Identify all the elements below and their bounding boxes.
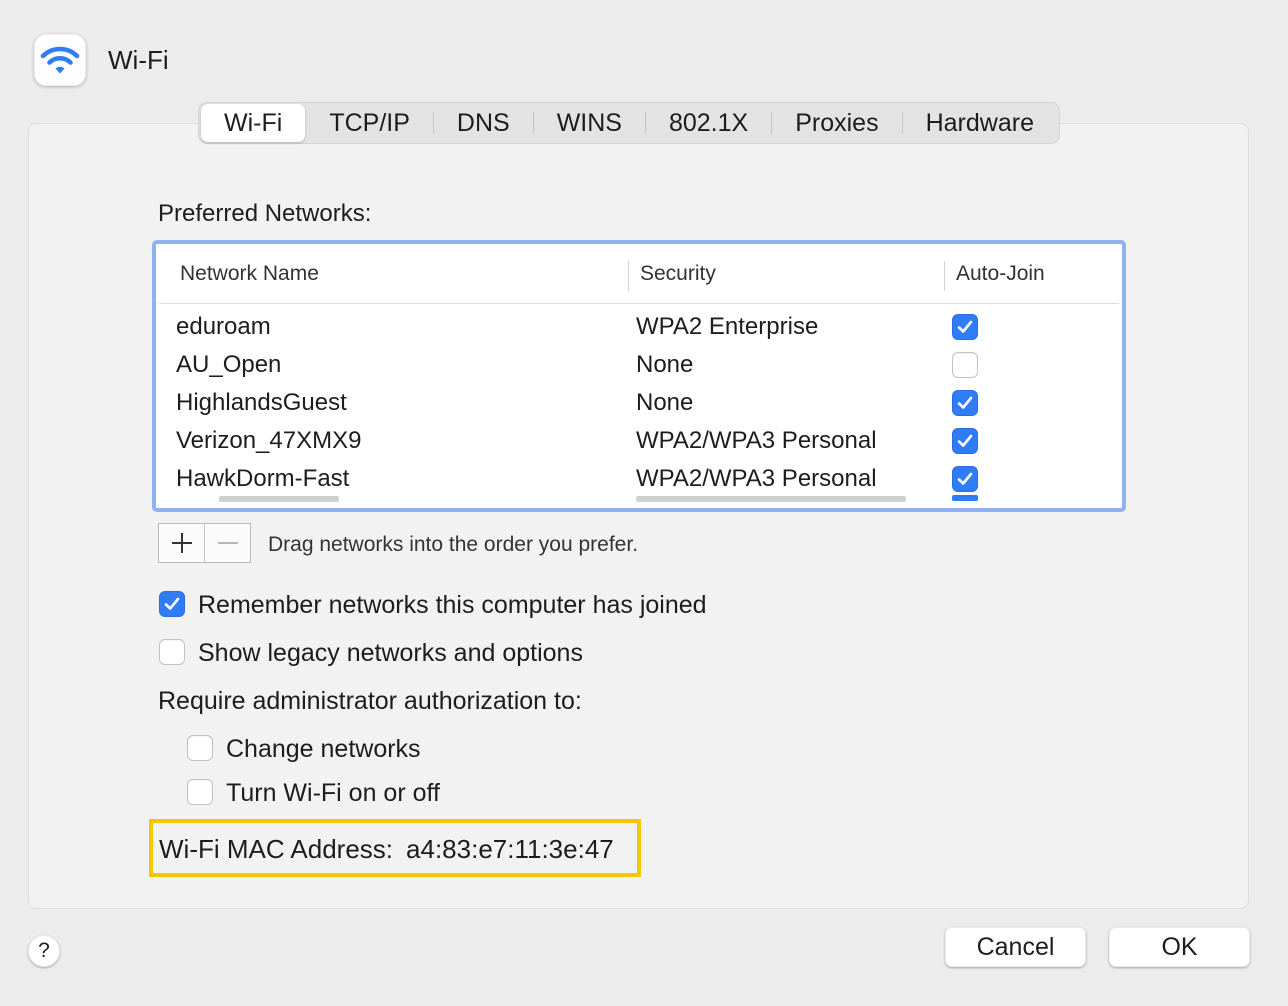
- auto-join-checkbox[interactable]: [952, 428, 978, 454]
- table-row[interactable]: AU_Open None: [159, 346, 1119, 384]
- clipped-checkbox: [952, 495, 978, 501]
- network-name-cell: HighlandsGuest: [176, 389, 347, 416]
- auto-join-checkbox[interactable]: [952, 352, 978, 378]
- column-header-security[interactable]: Security: [640, 259, 716, 289]
- table-row[interactable]: HawkDorm-Fast WPA2/WPA3 Personal: [159, 460, 1119, 498]
- change-networks-label[interactable]: Change networks: [226, 734, 421, 764]
- tab-8021x[interactable]: 802.1X: [646, 104, 771, 142]
- table-row[interactable]: Verizon_47XMX9 WPA2/WPA3 Personal: [159, 422, 1119, 460]
- column-header-auto-join[interactable]: Auto-Join: [956, 259, 1045, 289]
- network-name-cell: HawkDorm-Fast: [176, 465, 350, 492]
- remove-network-button[interactable]: [204, 524, 250, 562]
- legacy-networks-checkbox[interactable]: [159, 639, 185, 665]
- minus-icon: [217, 542, 238, 544]
- remember-networks-label[interactable]: Remember networks this computer has join…: [198, 590, 707, 620]
- ok-button[interactable]: OK: [1109, 927, 1250, 967]
- window-title: Wi-Fi: [108, 45, 169, 75]
- column-separator: [944, 261, 945, 291]
- preferred-networks-label: Preferred Networks:: [158, 200, 372, 227]
- change-networks-checkbox[interactable]: [187, 735, 213, 761]
- tab-bar: Wi-Fi TCP/IP DNS WINS 802.1X Proxies Har…: [198, 102, 1060, 144]
- plus-icon: [171, 533, 192, 553]
- security-cell: None: [636, 389, 694, 416]
- security-cell: None: [636, 351, 694, 378]
- table-row[interactable]: eduroam WPA2 Enterprise: [159, 308, 1119, 346]
- table-body: Network Name Security Auto-Join eduroam …: [159, 247, 1119, 505]
- auto-join-checkbox[interactable]: [952, 466, 978, 492]
- mac-address-value: a4:83:e7:11:3e:47: [406, 834, 614, 864]
- network-name-cell: AU_Open: [176, 351, 282, 378]
- remember-networks-checkbox[interactable]: [159, 591, 185, 617]
- checkmark-icon: [957, 396, 973, 409]
- network-name-cell: Verizon_47XMX9: [176, 427, 362, 454]
- tab-hardware[interactable]: Hardware: [903, 104, 1057, 142]
- tab-tcpip[interactable]: TCP/IP: [306, 104, 433, 142]
- mac-address-label: Wi-Fi MAC Address:: [159, 834, 394, 864]
- toggle-wifi-label[interactable]: Turn Wi-Fi on or off: [226, 778, 440, 808]
- table-row[interactable]: HighlandsGuest None: [159, 384, 1119, 422]
- security-cell: WPA2 Enterprise: [636, 313, 819, 340]
- tab-proxies[interactable]: Proxies: [772, 104, 901, 142]
- checkmark-icon: [164, 597, 180, 610]
- checkmark-icon: [957, 434, 973, 447]
- tab-wins[interactable]: WINS: [534, 104, 645, 142]
- help-button[interactable]: ?: [28, 935, 60, 967]
- auto-join-checkbox[interactable]: [952, 314, 978, 340]
- security-cell: WPA2/WPA3 Personal: [636, 465, 877, 492]
- network-name-cell: eduroam: [176, 313, 271, 340]
- column-separator: [628, 261, 629, 291]
- checkmark-icon: [957, 472, 973, 485]
- add-network-button[interactable]: [159, 524, 204, 562]
- mac-address-row: Wi-Fi MAC Address: a4:83:e7:11:3e:47: [159, 833, 614, 865]
- table-row-partial[interactable]: [159, 495, 1119, 505]
- cancel-button[interactable]: Cancel: [945, 927, 1086, 967]
- admin-auth-label: Require administrator authorization to:: [158, 687, 582, 715]
- legacy-networks-label[interactable]: Show legacy networks and options: [198, 638, 583, 668]
- table-header: Network Name Security Auto-Join: [159, 247, 1119, 304]
- clipped-text: [636, 496, 906, 502]
- add-remove-group: [158, 523, 251, 563]
- preferred-networks-table[interactable]: Network Name Security Auto-Join eduroam …: [152, 240, 1126, 512]
- checkmark-icon: [957, 320, 973, 333]
- drag-hint: Drag networks into the order you prefer.: [268, 533, 639, 556]
- app-icon: [34, 34, 86, 86]
- security-cell: WPA2/WPA3 Personal: [636, 427, 877, 454]
- tab-dns[interactable]: DNS: [434, 104, 533, 142]
- column-header-network-name[interactable]: Network Name: [180, 259, 319, 289]
- tab-wifi[interactable]: Wi-Fi: [201, 104, 306, 142]
- toggle-wifi-checkbox[interactable]: [187, 779, 213, 805]
- wifi-icon: [40, 46, 80, 74]
- auto-join-checkbox[interactable]: [952, 390, 978, 416]
- clipped-text: [219, 496, 339, 502]
